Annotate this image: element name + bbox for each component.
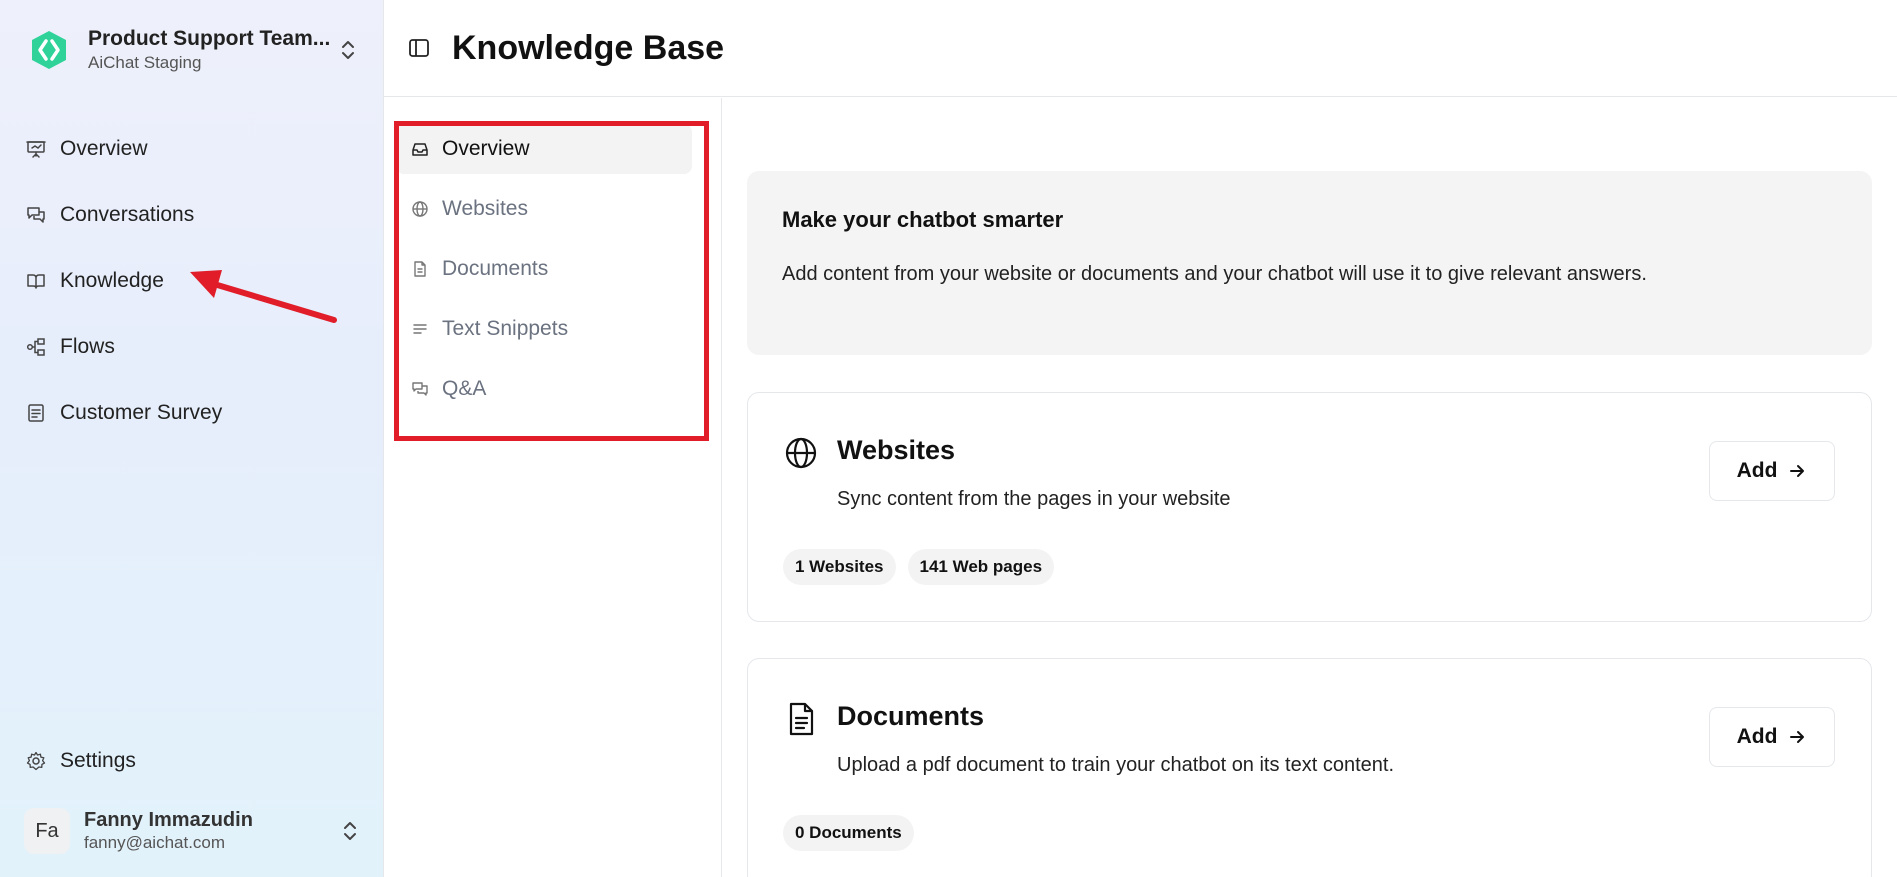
- subnav-item-qa[interactable]: Q&A: [396, 364, 692, 414]
- sidebar-item-label: Knowledge: [60, 269, 164, 292]
- globe-icon: [783, 435, 819, 471]
- sidebar-toggle-icon[interactable]: [404, 33, 434, 63]
- add-button-label: Add: [1736, 459, 1778, 482]
- subnav-item-label: Text Snippets: [442, 317, 569, 340]
- chevron-up-down-icon[interactable]: [334, 36, 362, 64]
- sidebar-nav: Overview Conversations Knowledge Flows C…: [16, 116, 368, 446]
- subnav-item-documents[interactable]: Documents: [396, 244, 692, 294]
- intro-description: Add content from your website or documen…: [782, 263, 1647, 285]
- arrow-right-icon: [1787, 727, 1807, 747]
- add-document-button[interactable]: Add: [1709, 707, 1835, 767]
- card-badges: 0 Documents: [783, 815, 926, 851]
- count-badge: 141 Web pages: [907, 549, 1055, 585]
- card-badges: 1 Websites 141 Web pages: [783, 549, 1066, 585]
- presentation-icon: [24, 137, 48, 161]
- subnav-item-label: Documents: [442, 257, 549, 280]
- inbox-icon: [410, 139, 430, 159]
- sidebar-item-label: Conversations: [60, 203, 195, 226]
- qa-icon: [410, 379, 430, 399]
- subnav-item-label: Websites: [442, 197, 528, 220]
- sidebar: Product Support Team... AiChat Staging O…: [0, 0, 384, 877]
- subnav-item-text-snippets[interactable]: Text Snippets: [396, 304, 692, 354]
- lines-icon: [410, 319, 430, 339]
- subnav-item-overview[interactable]: Overview: [396, 124, 692, 174]
- globe-icon: [410, 199, 430, 219]
- book-icon: [24, 269, 48, 293]
- document-icon: [410, 259, 430, 279]
- gear-icon: [24, 749, 48, 773]
- avatar: Fa: [24, 808, 70, 854]
- sidebar-item-overview[interactable]: Overview: [16, 116, 368, 182]
- user-email: fanny@aichat.com: [84, 833, 226, 852]
- survey-icon: [24, 401, 48, 425]
- settings-label: Settings: [60, 749, 136, 772]
- card-description: Sync content from the pages in your webs…: [837, 488, 1231, 510]
- knowledge-subnav: Overview Websites Documents Text Snippet…: [396, 124, 692, 424]
- subnav-item-websites[interactable]: Websites: [396, 184, 692, 234]
- workspace-name: Product Support Team...: [88, 27, 331, 50]
- sidebar-item-label: Customer Survey: [60, 401, 223, 424]
- card-title: Documents: [837, 701, 985, 731]
- websites-card: Websites Sync content from the pages in …: [747, 392, 1872, 622]
- subnav-item-label: Q&A: [442, 377, 487, 400]
- aichat-logo-icon: [22, 23, 76, 77]
- chat-bubbles-icon: [24, 203, 48, 227]
- intro-panel: Make your chatbot smarter Add content fr…: [747, 171, 1872, 355]
- sidebar-item-conversations[interactable]: Conversations: [16, 182, 368, 248]
- sidebar-item-label: Overview: [60, 137, 148, 160]
- sidebar-item-customer-survey[interactable]: Customer Survey: [16, 380, 368, 446]
- card-description: Upload a pdf document to train your chat…: [837, 754, 1395, 776]
- knowledge-subnav-column: Overview Websites Documents Text Snippet…: [384, 98, 722, 877]
- flow-icon: [24, 335, 48, 359]
- user-menu[interactable]: Fa Fanny Immazudin fanny@aichat.com: [24, 806, 364, 856]
- count-badge: 1 Websites: [783, 549, 896, 585]
- subnav-item-label: Overview: [442, 137, 530, 160]
- card-title: Websites: [837, 435, 956, 465]
- sidebar-item-flows[interactable]: Flows: [16, 314, 368, 380]
- workspace-switcher[interactable]: Product Support Team... AiChat Staging: [22, 18, 362, 82]
- add-website-button[interactable]: Add: [1709, 441, 1835, 501]
- arrow-right-icon: [1787, 461, 1807, 481]
- count-badge: 0 Documents: [783, 815, 914, 851]
- intro-title: Make your chatbot smarter: [782, 207, 1064, 232]
- sidebar-item-label: Flows: [60, 335, 115, 358]
- chevron-up-down-icon[interactable]: [336, 817, 364, 845]
- page-header: Knowledge Base: [384, 0, 1897, 97]
- sidebar-item-knowledge[interactable]: Knowledge: [16, 248, 368, 314]
- add-button-label: Add: [1736, 725, 1778, 748]
- user-name: Fanny Immazudin: [84, 809, 253, 831]
- document-icon: [783, 701, 819, 737]
- sidebar-item-settings[interactable]: Settings: [24, 743, 136, 779]
- page-title: Knowledge Base: [452, 28, 725, 67]
- workspace-subtitle: AiChat Staging: [88, 53, 202, 72]
- documents-card: Documents Upload a pdf document to train…: [747, 658, 1872, 877]
